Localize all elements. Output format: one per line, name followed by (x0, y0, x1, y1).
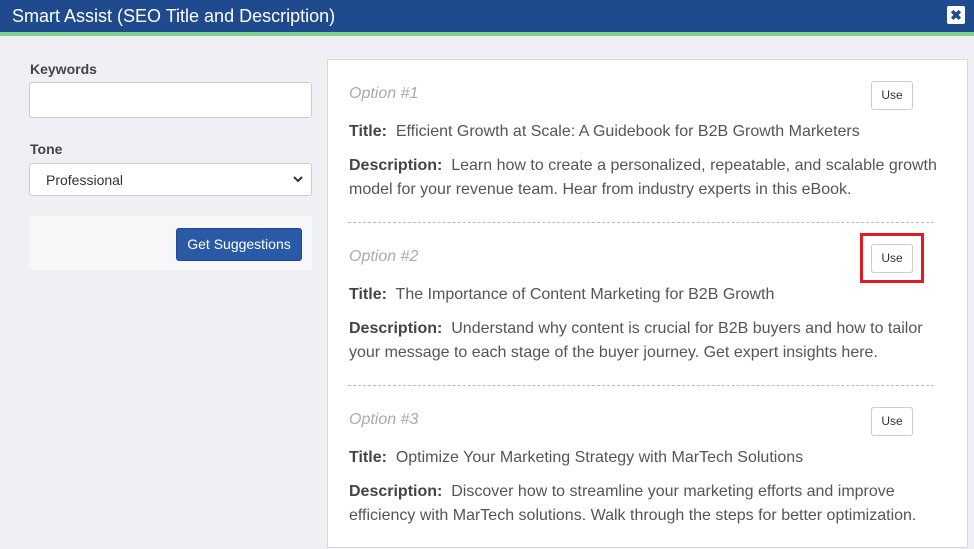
close-icon[interactable]: ✖ (947, 6, 965, 24)
option-3-description-row: Description: Discover how to streamline … (349, 480, 949, 528)
option-2-description-label: Description: (349, 320, 443, 337)
option-3-title-row: Title: Optimize Your Marketing Strategy … (349, 446, 803, 470)
option-1-title: Efficient Growth at Scale: A Guidebook f… (395, 123, 860, 140)
option-2-description-row: Description: Understand why content is c… (349, 317, 949, 365)
dialog-titlebar: Smart Assist (SEO Title and Description)… (0, 0, 974, 32)
option-3-title-label: Title: (349, 449, 387, 466)
option-divider (348, 222, 934, 223)
tone-select[interactable]: Professional (29, 163, 312, 196)
suggestions-panel: Option #1 Use Title: Efficient Growth at… (327, 59, 968, 548)
option-3-title: Optimize Your Marketing Strategy with Ma… (395, 449, 804, 466)
option-1-label: Option #1 (349, 85, 419, 102)
option-2-title: The Importance of Content Marketing for … (395, 286, 775, 303)
option-2-title-label: Title: (349, 286, 387, 303)
option-3-use-button[interactable]: Use (871, 407, 913, 436)
option-2-title-row: Title: The Importance of Content Marketi… (349, 283, 774, 307)
get-suggestions-button[interactable]: Get Suggestions (176, 228, 302, 261)
accent-bar (0, 32, 974, 36)
option-1-title-label: Title: (349, 123, 387, 140)
tone-selected-value: Professional (46, 172, 124, 188)
option-1-use-button[interactable]: Use (871, 81, 913, 110)
option-3-label: Option #3 (349, 411, 419, 428)
option-1-title-row: Title: Efficient Growth at Scale: A Guid… (349, 120, 860, 144)
dialog-title: Smart Assist (SEO Title and Description) (12, 6, 336, 26)
chevron-down-icon (293, 176, 303, 183)
option-2-label: Option #2 (349, 248, 419, 265)
option-1-description-label: Description: (349, 157, 443, 174)
highlight-box (860, 233, 924, 283)
option-1-description-row: Description: Learn how to create a perso… (349, 154, 949, 202)
option-3-description-label: Description: (349, 483, 443, 500)
keywords-label: Keywords (30, 61, 97, 77)
keywords-input[interactable] (29, 82, 312, 118)
option-divider (348, 385, 934, 386)
tone-label: Tone (30, 141, 63, 157)
